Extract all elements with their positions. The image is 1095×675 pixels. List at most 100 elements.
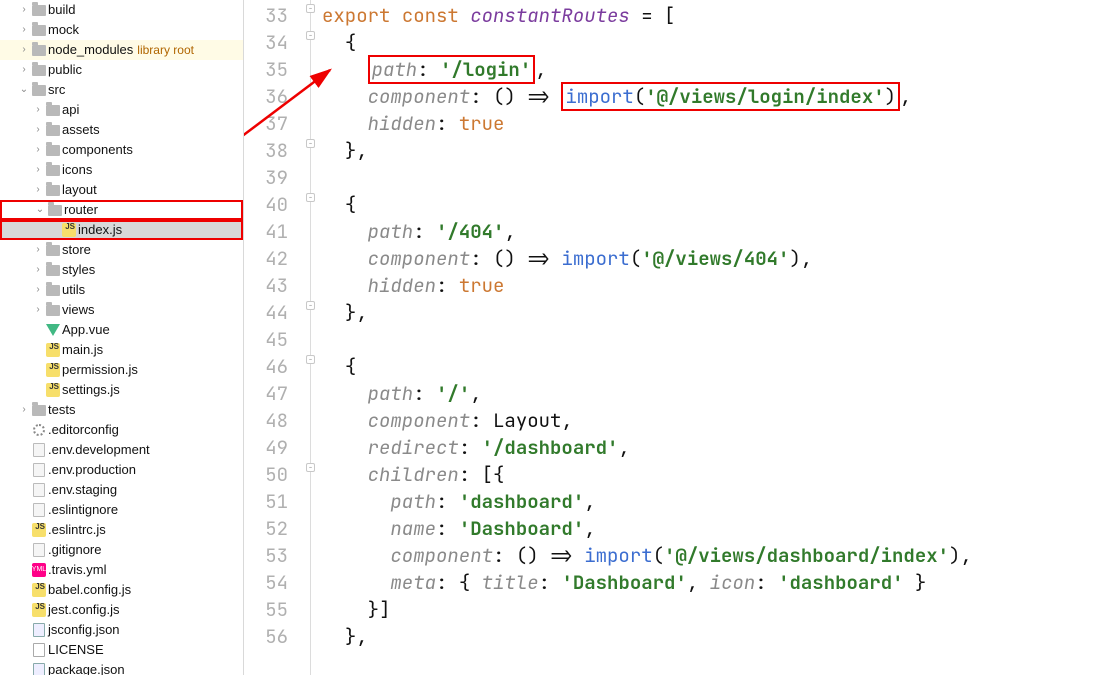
fold-toggle-icon[interactable]: - [306, 31, 315, 40]
code-line[interactable]: { [322, 191, 1095, 218]
code-token: true [459, 273, 505, 298]
tree-item-layout[interactable]: ›layout [0, 180, 243, 200]
tree-item-permission-js[interactable]: JSpermission.js [0, 360, 243, 380]
expand-arrow-icon[interactable]: ⌄ [34, 200, 46, 220]
line-number: 51 [244, 488, 302, 515]
tree-item--editorconfig[interactable]: .editorconfig [0, 420, 243, 440]
expand-arrow-icon[interactable]: › [32, 180, 44, 200]
tree-item--env-production[interactable]: .env.production [0, 460, 243, 480]
line-number: 39 [244, 164, 302, 191]
fold-toggle-icon[interactable]: - [306, 193, 315, 202]
code-line[interactable]: path: '/', [322, 380, 1095, 407]
expand-arrow-icon[interactable]: › [32, 140, 44, 160]
fold-toggle-icon[interactable]: - [306, 139, 315, 148]
expand-arrow-icon[interactable]: › [32, 160, 44, 180]
folder-icon [30, 405, 48, 416]
tree-item-label: App.vue [62, 320, 110, 340]
tree-item-label: tests [48, 400, 75, 420]
code-token: name [390, 516, 436, 541]
code-token: path [368, 381, 414, 406]
tree-item-utils[interactable]: ›utils [0, 280, 243, 300]
tree-item-components[interactable]: ›components [0, 140, 243, 160]
expand-arrow-icon[interactable]: ⌄ [18, 80, 30, 100]
expand-arrow-icon[interactable]: › [18, 0, 30, 20]
tree-item-icons[interactable]: ›icons [0, 160, 243, 180]
code-line[interactable]: }, [322, 299, 1095, 326]
code-line[interactable]: component: () => import('@/views/404'), [322, 245, 1095, 272]
expand-arrow-icon[interactable]: › [32, 120, 44, 140]
code-line[interactable]: }, [322, 137, 1095, 164]
code-line[interactable] [322, 164, 1095, 191]
code-line[interactable]: component: () => import('@/views/dashboa… [322, 542, 1095, 569]
tree-item-label: .env.development [48, 440, 150, 460]
expand-arrow-icon[interactable]: › [32, 280, 44, 300]
code-line[interactable]: }, [322, 623, 1095, 650]
tree-item-main-js[interactable]: JSmain.js [0, 340, 243, 360]
tree-item-build[interactable]: ›build [0, 0, 243, 20]
code-token: , [618, 435, 629, 460]
tree-item-settings-js[interactable]: JSsettings.js [0, 380, 243, 400]
code-line[interactable]: export const constantRoutes = [ [322, 2, 1095, 29]
tree-item-index-js[interactable]: JSindex.js [0, 220, 243, 240]
tree-item-package-json[interactable]: package.json [0, 660, 243, 675]
code-line[interactable]: meta: { title: 'Dashboard', icon: 'dashb… [322, 569, 1095, 596]
line-number: 50 [244, 461, 302, 488]
tree-item-license[interactable]: LICENSE [0, 640, 243, 660]
tree-item--env-staging[interactable]: .env.staging [0, 480, 243, 500]
folder-icon [44, 145, 62, 156]
tree-item-public[interactable]: ›public [0, 60, 243, 80]
tree-item--eslintrc-js[interactable]: JS.eslintrc.js [0, 520, 243, 540]
tree-item-styles[interactable]: ›styles [0, 260, 243, 280]
tree-item-app-vue[interactable]: App.vue [0, 320, 243, 340]
code-area[interactable]: export const constantRoutes = [ { path: … [322, 0, 1095, 675]
code-line[interactable]: component: () => import('@/views/login/i… [322, 83, 1095, 110]
code-line[interactable] [322, 326, 1095, 353]
tree-item-assets[interactable]: ›assets [0, 120, 243, 140]
tree-item-store[interactable]: ›store [0, 240, 243, 260]
code-editor[interactable]: 3334353637383940414243444546474849505152… [244, 0, 1095, 675]
tree-item--gitignore[interactable]: .gitignore [0, 540, 243, 560]
code-line[interactable]: children: [{ [322, 461, 1095, 488]
expand-arrow-icon[interactable]: › [32, 260, 44, 280]
code-line[interactable]: name: 'Dashboard', [322, 515, 1095, 542]
code-line[interactable]: { [322, 353, 1095, 380]
code-line[interactable]: }] [322, 596, 1095, 623]
project-tree[interactable]: ›build›mock›node_moduleslibrary root›pub… [0, 0, 244, 675]
fold-toggle-icon[interactable]: - [306, 463, 315, 472]
js-icon: JS [30, 583, 48, 597]
code-line[interactable]: path: '/login', [322, 56, 1095, 83]
expand-arrow-icon[interactable]: › [32, 300, 44, 320]
code-line[interactable]: hidden: true [322, 110, 1095, 137]
expand-arrow-icon[interactable]: › [32, 240, 44, 260]
fold-toggle-icon[interactable]: - [306, 301, 315, 310]
fold-toggle-icon[interactable]: - [306, 355, 315, 364]
code-line[interactable]: { [322, 29, 1095, 56]
line-number: 38 [244, 137, 302, 164]
tree-item-router[interactable]: ⌄router [0, 200, 243, 220]
code-line[interactable]: hidden: true [322, 272, 1095, 299]
expand-arrow-icon[interactable]: › [18, 400, 30, 420]
code-line[interactable]: redirect: '/dashboard', [322, 434, 1095, 461]
expand-arrow-icon[interactable]: › [32, 100, 44, 120]
tree-item-node-modules[interactable]: ›node_moduleslibrary root [0, 40, 243, 60]
tree-item-views[interactable]: ›views [0, 300, 243, 320]
code-token: import [584, 543, 652, 568]
expand-arrow-icon[interactable]: › [18, 60, 30, 80]
code-line[interactable]: path: 'dashboard', [322, 488, 1095, 515]
tree-item-tests[interactable]: › tests [0, 400, 243, 420]
expand-arrow-icon[interactable]: › [18, 40, 30, 60]
fold-strip[interactable]: - - - - - - - [302, 0, 322, 675]
tree-item-jsconfig-json[interactable]: jsconfig.json [0, 620, 243, 640]
tree-item-api[interactable]: ›api [0, 100, 243, 120]
tree-item-label: src [48, 80, 65, 100]
tree-item--env-development[interactable]: .env.development [0, 440, 243, 460]
tree-item-mock[interactable]: ›mock [0, 20, 243, 40]
code-token: component [368, 84, 471, 109]
tree-item-jest-config-js[interactable]: JSjest.config.js [0, 600, 243, 620]
expand-arrow-icon[interactable]: › [18, 20, 30, 40]
code-line[interactable]: path: '/404', [322, 218, 1095, 245]
code-line[interactable]: component: Layout, [322, 407, 1095, 434]
fold-toggle-icon[interactable]: - [306, 4, 315, 13]
tree-item-src[interactable]: ⌄ src [0, 80, 243, 100]
folder-icon [44, 185, 62, 196]
